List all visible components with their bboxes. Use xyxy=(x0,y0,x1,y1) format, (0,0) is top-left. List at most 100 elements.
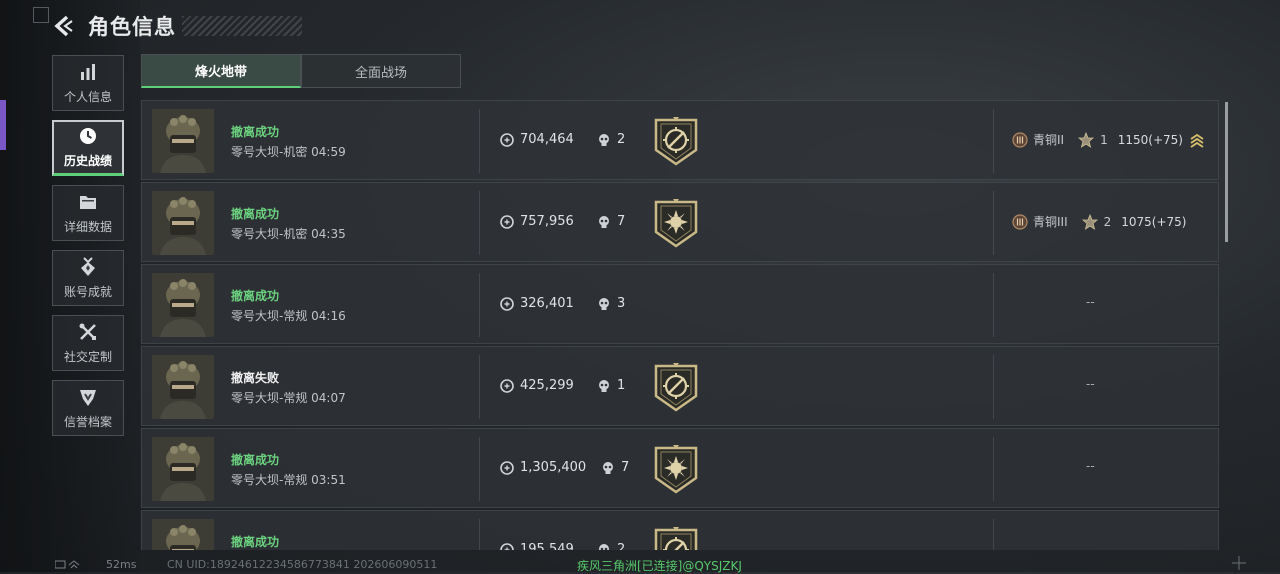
operator-portrait-icon xyxy=(152,273,214,337)
operator-portrait-icon xyxy=(152,437,214,501)
operator-avatar xyxy=(152,273,214,337)
crosshair-emblem-icon[interactable] xyxy=(652,116,700,166)
kill-count: 2 xyxy=(597,132,625,147)
skull-icon xyxy=(603,461,613,474)
kill-count-text: 1 xyxy=(617,378,626,393)
kill-count: 7 xyxy=(597,214,625,229)
bar-chart-icon xyxy=(81,63,95,80)
battery-wifi-icon xyxy=(55,560,80,569)
tab-warzone[interactable]: 烽火地带 xyxy=(141,54,301,88)
no-rank-placeholder: -- xyxy=(1086,295,1095,309)
extracted-value-text: 704,464 xyxy=(520,132,574,147)
coin-icon xyxy=(500,460,514,475)
rank-name: 青铜II xyxy=(1033,133,1065,147)
shield-icon xyxy=(80,389,96,406)
rank-info: 青铜III 2 1075(+75) xyxy=(1012,213,1187,230)
match-status: 撤离成功 xyxy=(231,207,280,221)
extracted-value: 326,401 xyxy=(500,296,574,311)
match-status: 撤离成功 xyxy=(231,125,280,139)
no-rank-placeholder: -- xyxy=(1086,459,1095,473)
medal-icon xyxy=(81,256,95,276)
column-divider xyxy=(993,519,994,550)
coin-icon xyxy=(500,132,514,147)
match-status: 撤离成功 xyxy=(231,535,280,549)
bronze-rank-icon xyxy=(1012,213,1028,230)
operator-avatar xyxy=(152,191,214,255)
match-row[interactable]: 撤离成功 195,549 2 xyxy=(141,510,1219,550)
kill-count-text: 7 xyxy=(621,460,630,475)
column-divider xyxy=(479,109,480,173)
sidebar-item-social-custom[interactable]: 社交定制 xyxy=(52,315,124,371)
sun-emblem-icon[interactable] xyxy=(652,198,700,248)
match-row[interactable]: 撤离失败 零号大坝-常规 04:07 425,299 1 -- xyxy=(141,346,1219,426)
mode-tabs: 烽火地带 全面战场 xyxy=(141,54,461,88)
column-divider xyxy=(993,191,994,255)
extracted-value: 704,464 xyxy=(500,132,574,147)
uid-text: CN UID:18924612234586773841 202606090511 xyxy=(167,558,438,571)
map-and-duration: 零号大坝-常规 04:07 xyxy=(231,391,346,405)
sidebar-item-personal-info[interactable]: 个人信息 xyxy=(52,55,124,111)
kill-count: 7 xyxy=(601,460,629,475)
star-count: 2 xyxy=(1103,214,1112,229)
sidebar: 个人信息 历史战绩 详细数据 账号成就 社交定制 信誉档案 xyxy=(52,55,126,445)
kill-count-text: 2 xyxy=(617,132,626,147)
sun-emblem-icon[interactable] xyxy=(652,444,700,494)
bronze-rank-icon xyxy=(1012,131,1028,148)
column-divider xyxy=(479,355,480,419)
rank-up-chevron-icon xyxy=(1190,133,1204,148)
page-title: 角色信息 xyxy=(88,15,176,39)
star-count: 1 xyxy=(1100,132,1108,147)
tab-full-battlefield[interactable]: 全面战场 xyxy=(301,54,461,88)
match-row[interactable]: 撤离成功 零号大坝-机密 04:59 704,464 2 青铜II 1 1150(+75) xyxy=(141,100,1219,180)
corner-box xyxy=(33,7,49,23)
column-divider xyxy=(479,437,480,501)
operator-avatar xyxy=(152,437,214,501)
map-and-duration: 零号大坝-机密 04:35 xyxy=(231,227,346,241)
tools-icon xyxy=(79,323,96,340)
extracted-value: 195,549 xyxy=(500,542,574,550)
operator-portrait-icon xyxy=(152,109,214,173)
clock-icon xyxy=(80,128,96,144)
rank-name: 青铜III xyxy=(1033,215,1068,229)
column-divider xyxy=(479,273,480,337)
extracted-value-text: 757,956 xyxy=(520,214,574,229)
crosshair-emblem-icon[interactable] xyxy=(652,526,700,550)
list-scrollbar[interactable] xyxy=(1225,102,1228,242)
match-row[interactable]: 撤离成功零号大坝-机密 04:35 757,956 7 青铜III 2 1075(+75) xyxy=(141,182,1219,262)
rank-score: 1075(+75) xyxy=(1121,214,1187,229)
coin-icon xyxy=(500,214,514,229)
match-row[interactable]: 撤离成功零号大坝-常规 04:16 326,401 3 -- xyxy=(141,264,1219,344)
sidebar-item-match-history[interactable]: 历史战绩 xyxy=(52,120,124,176)
star-icon xyxy=(1078,131,1095,148)
skull-icon xyxy=(599,379,609,392)
rank-info: 青铜II 1 1150(+75) xyxy=(1012,131,1205,148)
operator-avatar xyxy=(152,519,214,550)
extracted-value-text: 326,401 xyxy=(520,296,574,311)
column-divider xyxy=(479,191,480,255)
map-and-duration: 零号大坝-常规 04:16 xyxy=(231,309,346,323)
back-arrow-icon[interactable] xyxy=(52,14,76,38)
match-status: 撤离失败 xyxy=(231,371,280,385)
match-status: 撤离成功 xyxy=(231,453,280,467)
column-divider xyxy=(993,355,994,419)
match-row[interactable]: 撤离成功 零号大坝-常规 03:51 1,305,400 7 -- xyxy=(141,428,1219,508)
extracted-value-text: 195,549 xyxy=(520,542,574,550)
folder-icon xyxy=(80,195,96,209)
map-and-duration: 零号大坝-机密 04:59 xyxy=(231,145,346,159)
match-status: 撤离成功 xyxy=(231,289,280,303)
operator-avatar xyxy=(152,355,214,419)
sidebar-item-credit-record[interactable]: 信誉档案 xyxy=(52,380,124,436)
title-decoration xyxy=(182,16,302,36)
kill-count: 2 xyxy=(597,542,625,550)
footer-bar: 52ms CN UID:18924612234586773841 2026060… xyxy=(0,556,1280,573)
operator-portrait-icon xyxy=(152,519,214,550)
sidebar-item-detailed-data[interactable]: 详细数据 xyxy=(52,185,124,241)
column-divider xyxy=(993,109,994,173)
crosshair-emblem-icon[interactable] xyxy=(652,362,700,412)
column-divider xyxy=(993,437,994,501)
kill-count: 3 xyxy=(597,296,625,311)
operator-avatar xyxy=(152,109,214,173)
sidebar-item-achievements[interactable]: 账号成就 xyxy=(52,250,124,306)
map-and-duration: 零号大坝-常规 03:51 xyxy=(231,473,346,487)
column-divider xyxy=(479,519,480,550)
